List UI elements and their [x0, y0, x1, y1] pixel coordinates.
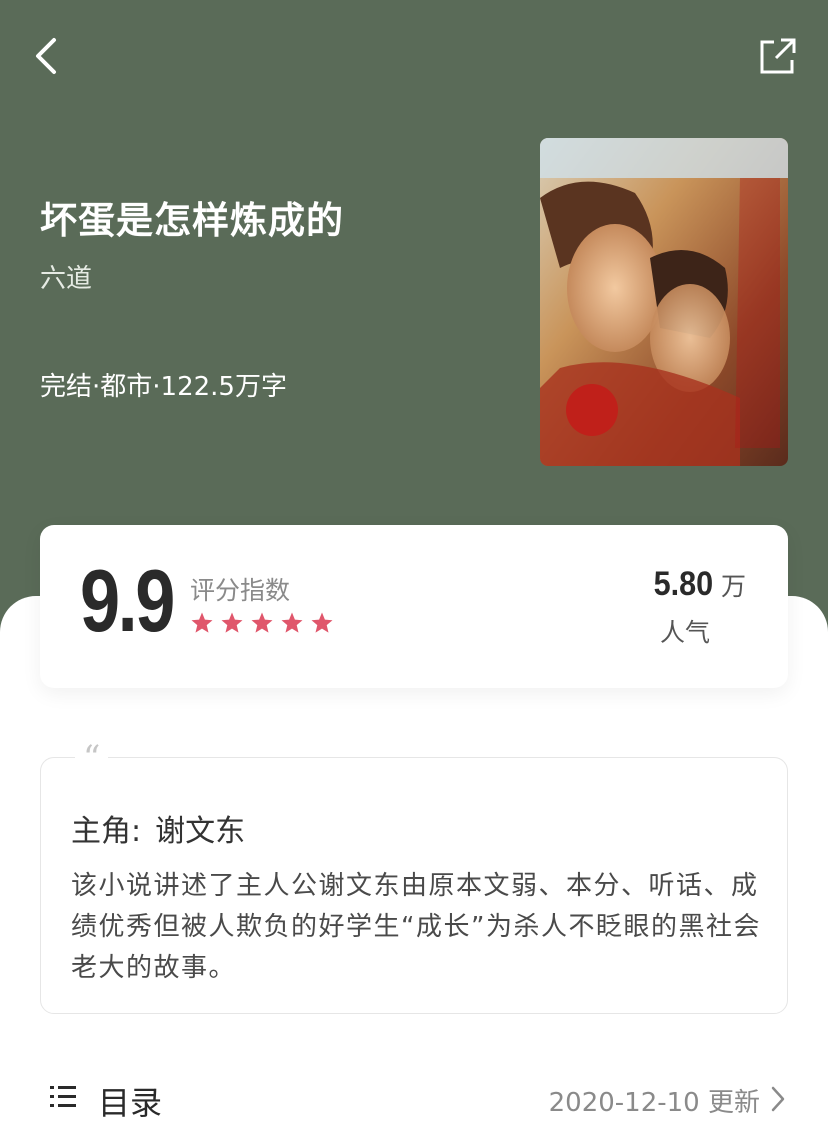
- back-button[interactable]: [30, 34, 70, 78]
- star-icon: [311, 612, 333, 633]
- protagonist-label: 主角:: [71, 814, 142, 849]
- star-icon: [251, 612, 273, 633]
- popularity-value: 5.80: [653, 565, 713, 603]
- intro-card: “ 主角: 谢文东 该小说讲述了主人公谢文东由原本文弱、本分、听话、成绩优秀但被人…: [40, 736, 788, 1014]
- book-meta: 完结·都市·122.5万字: [40, 372, 287, 402]
- star-icon: [221, 612, 243, 633]
- synopsis-text: 该小说讲述了主人公谢文东由原本文弱、本分、听话、成绩优秀但被人欺负的好学生“成长…: [71, 871, 761, 983]
- toc-label: 目录: [98, 1084, 163, 1122]
- star-icon: [281, 612, 303, 633]
- list-icon: [50, 1086, 76, 1107]
- chevron-left-icon: [36, 38, 56, 74]
- share-button[interactable]: [756, 34, 800, 78]
- popularity-unit: 万: [720, 572, 746, 601]
- book-title: 坏蛋是怎样炼成的: [40, 199, 344, 242]
- table-of-contents-row[interactable]: 目录 2020-12-10 更新: [40, 1072, 788, 1122]
- toc-update-date: 2020-12-10 更新: [548, 1088, 760, 1118]
- popularity-label: 人气: [660, 618, 711, 647]
- rating-stars: [190, 611, 334, 635]
- book-cover-image: [540, 138, 788, 466]
- chevron-right-icon: [771, 1086, 785, 1112]
- rating-card: 9.9 评分指数 5.80 万 人气: [40, 525, 788, 688]
- share-external-icon: [760, 38, 796, 74]
- quote-mark-icon: “: [75, 736, 109, 780]
- rating-score: 9.9: [80, 551, 175, 650]
- book-author[interactable]: 六道: [40, 258, 92, 295]
- rating-label: 评分指数: [190, 576, 291, 605]
- protagonist-name: 谢文东: [155, 814, 246, 849]
- protagonist-line: 主角: 谢文东: [71, 806, 245, 850]
- star-icon: [191, 612, 213, 633]
- popularity-value-group: 5.80 万: [647, 565, 746, 604]
